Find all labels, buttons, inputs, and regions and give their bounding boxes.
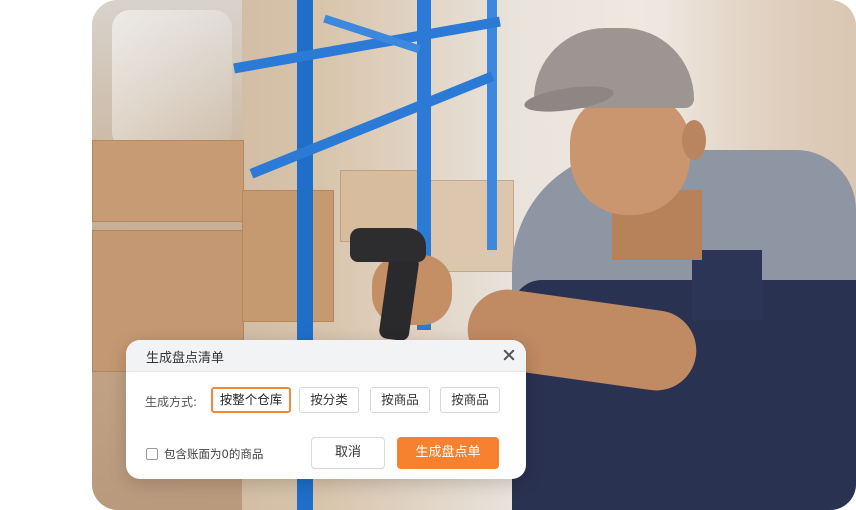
option-by-product[interactable]: 按商品 (370, 387, 430, 413)
worker-ear (682, 120, 706, 160)
option-by-category[interactable]: 按分类 (299, 387, 359, 413)
method-label: 生成方式: (145, 395, 198, 409)
cancel-button[interactable]: 取消 (311, 437, 385, 469)
generate-button[interactable]: 生成盘点单 (397, 437, 499, 469)
close-icon[interactable] (502, 348, 516, 362)
cardboard-box (242, 190, 334, 322)
worker-face (570, 95, 690, 215)
plastic-wrap-shine (112, 10, 232, 150)
barcode-scanner (350, 228, 426, 262)
cardboard-box (92, 140, 244, 222)
option-whole-warehouse[interactable]: 按整个仓库 (211, 387, 291, 413)
dialog-header: 生成盘点清单 (126, 340, 526, 372)
option-by-product-2[interactable]: 按商品 (440, 387, 500, 413)
generate-inventory-dialog: 生成盘点清单 生成方式: 按整个仓库 按分类 按商品 按商品 包含账面为0的商品… (126, 340, 526, 479)
dialog-title: 生成盘点清单 (146, 351, 225, 366)
include-zero-checkbox[interactable] (146, 448, 158, 460)
shelf-rack-brace (249, 71, 495, 179)
include-zero-label: 包含账面为0的商品 (164, 447, 264, 461)
worker-uniform-panel (692, 250, 762, 320)
shelf-rack-brace (233, 16, 501, 74)
shelf-rack-upright (487, 0, 497, 250)
